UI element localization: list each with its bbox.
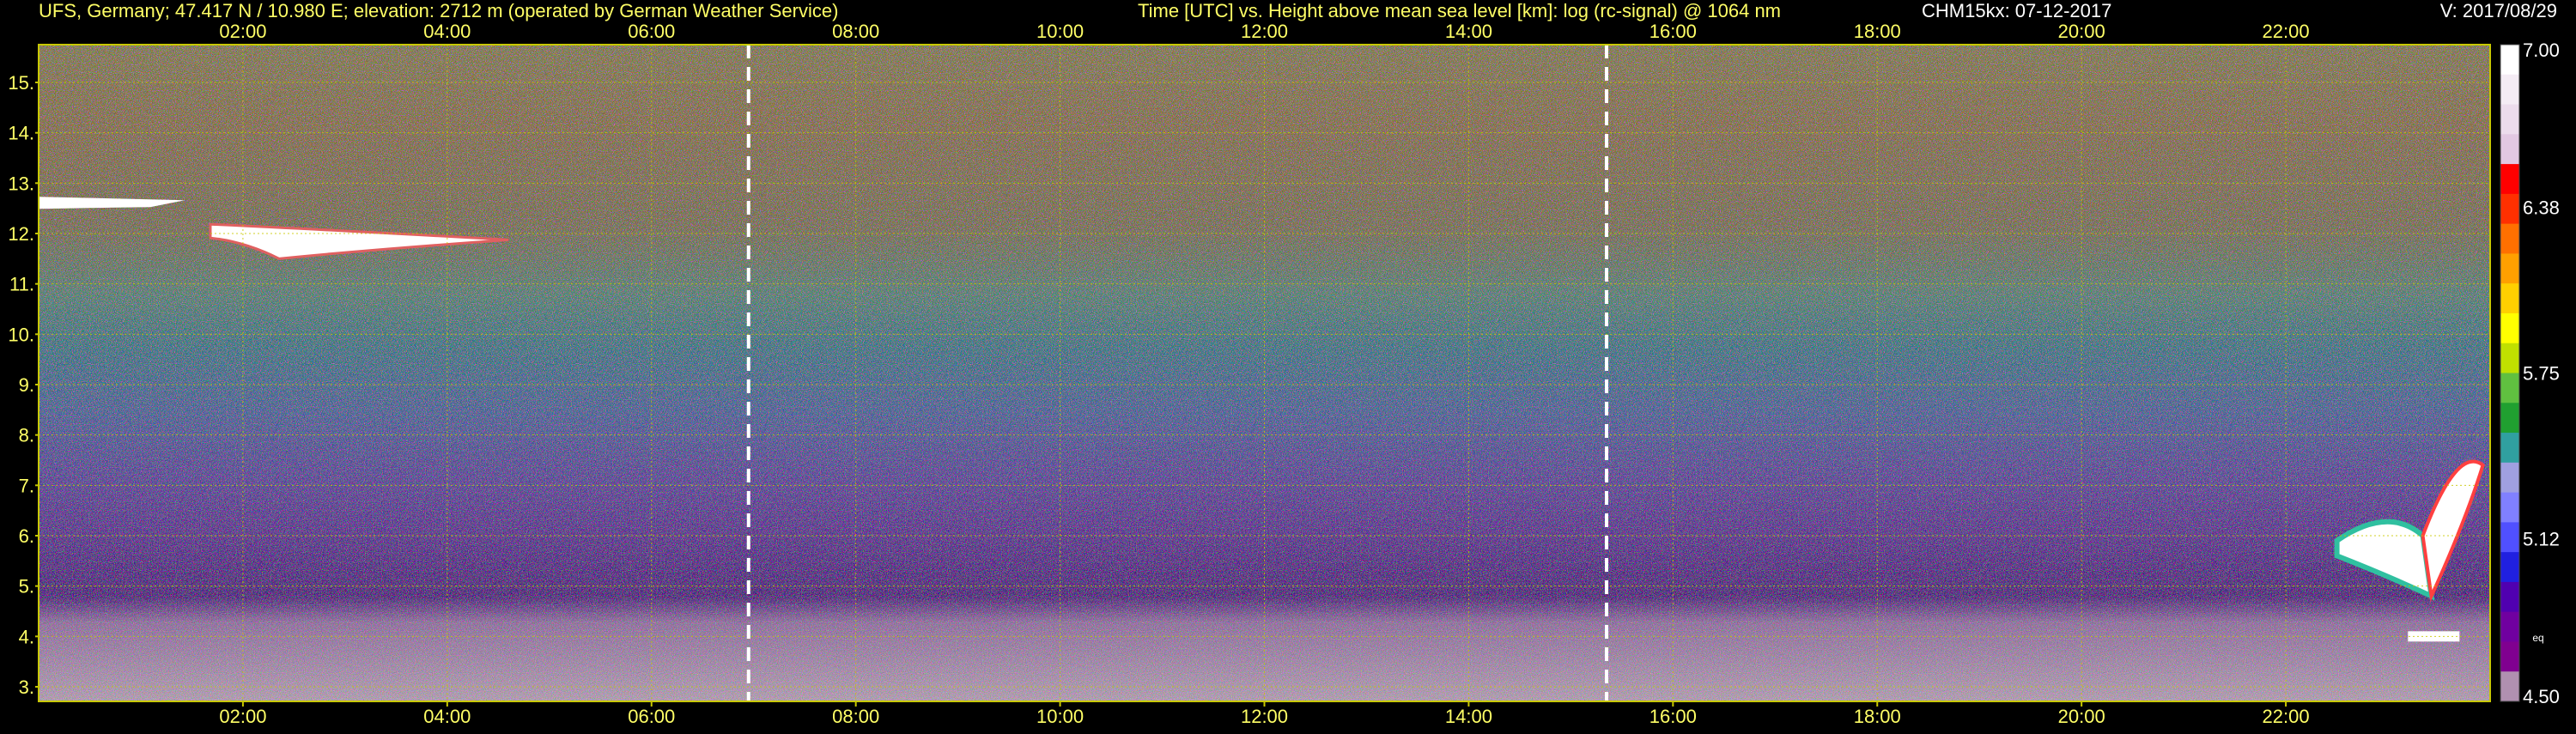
x-tick-label-top: 22:00 <box>2263 21 2310 42</box>
x-tick-label-bottom: 16:00 <box>1649 706 1697 727</box>
version-label: V: 2017/08/29 <box>2440 0 2557 21</box>
y-tick-label: 13. <box>8 173 34 194</box>
y-tick-label: 4. <box>19 626 34 647</box>
y-tick-label: 7. <box>19 475 34 496</box>
colorbar-label: 6.38 <box>2523 197 2560 219</box>
x-tick-label-top: 18:00 <box>1854 21 1901 42</box>
x-tick-label-bottom: 04:00 <box>423 706 471 727</box>
colorbar-label: 4.50 <box>2523 686 2560 707</box>
y-tick-label: 11. <box>9 274 34 295</box>
colorbar-segment <box>2500 104 2519 135</box>
colorbar-segment <box>2500 312 2519 344</box>
x-tick-label-bottom: 02:00 <box>219 706 266 727</box>
colorbar-segment <box>2500 74 2519 106</box>
colorbar-segment <box>2500 671 2519 702</box>
x-tick-label-top: 16:00 <box>1649 21 1697 42</box>
x-tick-label-bottom: 18:00 <box>1854 706 1901 727</box>
x-tick-label-bottom: 12:00 <box>1241 706 1288 727</box>
instrument-date: CHM15kx: 07-12-2017 <box>1922 0 2111 21</box>
x-tick-label-top: 14:00 <box>1445 21 1492 42</box>
x-tick-label-bottom: 08:00 <box>832 706 879 727</box>
x-tick-label-bottom: 06:00 <box>628 706 675 727</box>
y-tick-label: 12. <box>8 223 34 245</box>
colorbar-segment <box>2500 433 2519 464</box>
colorbar-segment <box>2500 253 2519 284</box>
colorbar-segment <box>2500 641 2519 672</box>
colorbar-segment <box>2500 462 2519 494</box>
x-tick-label-top: 12:00 <box>1241 21 1288 42</box>
ceilometer-plot: UFS, Germany; 47.417 N / 10.980 E; eleva… <box>0 0 2576 730</box>
colorbar-segment <box>2500 193 2519 225</box>
y-tick-label: 8. <box>19 425 34 446</box>
colorbar-segment <box>2500 343 2519 373</box>
x-tick-label-bottom: 22:00 <box>2263 706 2310 727</box>
colorbar-segment <box>2500 283 2519 314</box>
colorbar-segment <box>2500 164 2519 195</box>
colorbar-segment <box>2500 134 2519 165</box>
colorbar-label: 7.00 <box>2523 39 2560 61</box>
colorbar-segment <box>2500 403 2519 434</box>
colorbar-segment <box>2500 522 2519 553</box>
y-tick-label: 3. <box>19 676 34 698</box>
colorbar-label: 5.75 <box>2523 363 2560 385</box>
colorbar-segment <box>2500 373 2519 403</box>
station-header: UFS, Germany; 47.417 N / 10.980 E; eleva… <box>39 0 838 21</box>
y-tick-label: 14. <box>8 123 34 144</box>
colorbar-segment <box>2500 492 2519 523</box>
y-tick-label: 5. <box>19 576 34 598</box>
y-tick-label: 6. <box>19 525 34 547</box>
colorbar-unit-label: eq <box>2532 632 2543 644</box>
x-tick-label-top: 06:00 <box>628 21 675 42</box>
y-tick-label: 10. <box>8 324 34 345</box>
x-tick-label-top: 08:00 <box>832 21 879 42</box>
x-tick-label-bottom: 20:00 <box>2058 706 2105 727</box>
x-tick-label-top: 20:00 <box>2058 21 2105 42</box>
colorbar-segment <box>2500 45 2519 76</box>
y-tick-label: 15. <box>8 72 34 94</box>
colorbar-segment <box>2500 581 2519 613</box>
x-tick-label-bottom: 14:00 <box>1445 706 1492 727</box>
plot-svg: UFS, Germany; 47.417 N / 10.980 E; eleva… <box>8 0 2560 727</box>
colorbar-label: 5.12 <box>2523 528 2560 549</box>
colorbar-segment <box>2500 223 2519 254</box>
colorbar-segment <box>2500 552 2519 583</box>
x-tick-label-top: 02:00 <box>219 21 266 42</box>
axes-description: Time [UTC] vs. Height above mean sea lev… <box>1138 0 1781 21</box>
colorbar-segment <box>2500 611 2519 642</box>
x-tick-label-bottom: 10:00 <box>1036 706 1084 727</box>
x-tick-label-top: 04:00 <box>423 21 471 42</box>
x-tick-label-top: 10:00 <box>1036 21 1084 42</box>
y-tick-label: 9. <box>19 374 34 396</box>
colorbar <box>2500 44 2520 702</box>
